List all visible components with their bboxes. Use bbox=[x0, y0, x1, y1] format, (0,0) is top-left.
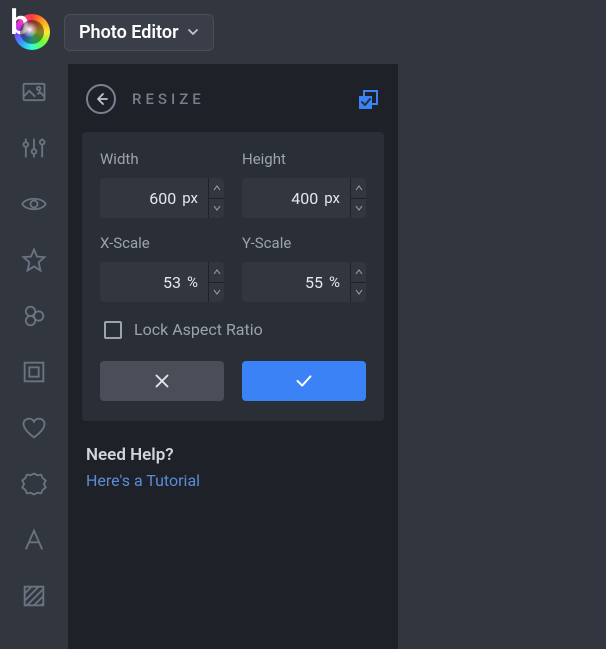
text-icon[interactable] bbox=[20, 526, 48, 554]
width-step-down[interactable] bbox=[209, 199, 224, 219]
help-title: Need Help? bbox=[86, 445, 380, 465]
lock-aspect-label: Lock Aspect Ratio bbox=[134, 320, 263, 339]
app-header: b Photo Editor bbox=[0, 0, 606, 64]
compare-icon[interactable] bbox=[356, 87, 380, 111]
width-input[interactable]: 600 px bbox=[100, 178, 224, 218]
panel-title: RESIZE bbox=[132, 90, 340, 108]
help-tutorial-link[interactable]: Here's a Tutorial bbox=[86, 471, 380, 490]
width-label: Width bbox=[100, 150, 224, 168]
lock-aspect-checkbox[interactable] bbox=[104, 321, 122, 339]
height-step-down[interactable] bbox=[351, 199, 366, 219]
texture-icon[interactable] bbox=[20, 582, 48, 610]
chevron-down-icon bbox=[187, 26, 199, 38]
xscale-label: X-Scale bbox=[100, 234, 224, 252]
frame-icon[interactable] bbox=[20, 358, 48, 386]
height-input[interactable]: 400 px bbox=[242, 178, 366, 218]
yscale-label: Y-Scale bbox=[242, 234, 366, 252]
xscale-input[interactable]: 53 % bbox=[100, 262, 224, 302]
height-step-up[interactable] bbox=[351, 178, 366, 199]
image-icon[interactable] bbox=[20, 78, 48, 106]
circles-icon[interactable] bbox=[20, 302, 48, 330]
app-switcher[interactable]: Photo Editor bbox=[64, 14, 214, 51]
height-label: Height bbox=[242, 150, 366, 168]
app-logo: b bbox=[14, 14, 50, 50]
width-step-up[interactable] bbox=[209, 178, 224, 199]
yscale-input[interactable]: 55 % bbox=[242, 262, 366, 302]
sliders-icon[interactable] bbox=[20, 134, 48, 162]
cancel-button[interactable] bbox=[100, 361, 224, 401]
resize-panel: RESIZE Width 600 px bbox=[68, 64, 398, 649]
close-icon bbox=[151, 370, 173, 392]
app-title: Photo Editor bbox=[79, 22, 179, 43]
tool-rail bbox=[0, 64, 68, 649]
confirm-button[interactable] bbox=[242, 361, 366, 401]
eye-icon[interactable] bbox=[20, 190, 48, 218]
back-button[interactable] bbox=[86, 84, 116, 114]
check-icon bbox=[293, 370, 315, 392]
heart-icon[interactable] bbox=[20, 414, 48, 442]
star-icon[interactable] bbox=[20, 246, 48, 274]
yscale-step-up[interactable] bbox=[351, 262, 366, 283]
canvas-area bbox=[398, 64, 606, 649]
xscale-step-down[interactable] bbox=[209, 283, 224, 303]
badge-icon[interactable] bbox=[20, 470, 48, 498]
xscale-step-up[interactable] bbox=[209, 262, 224, 283]
yscale-step-down[interactable] bbox=[351, 283, 366, 303]
